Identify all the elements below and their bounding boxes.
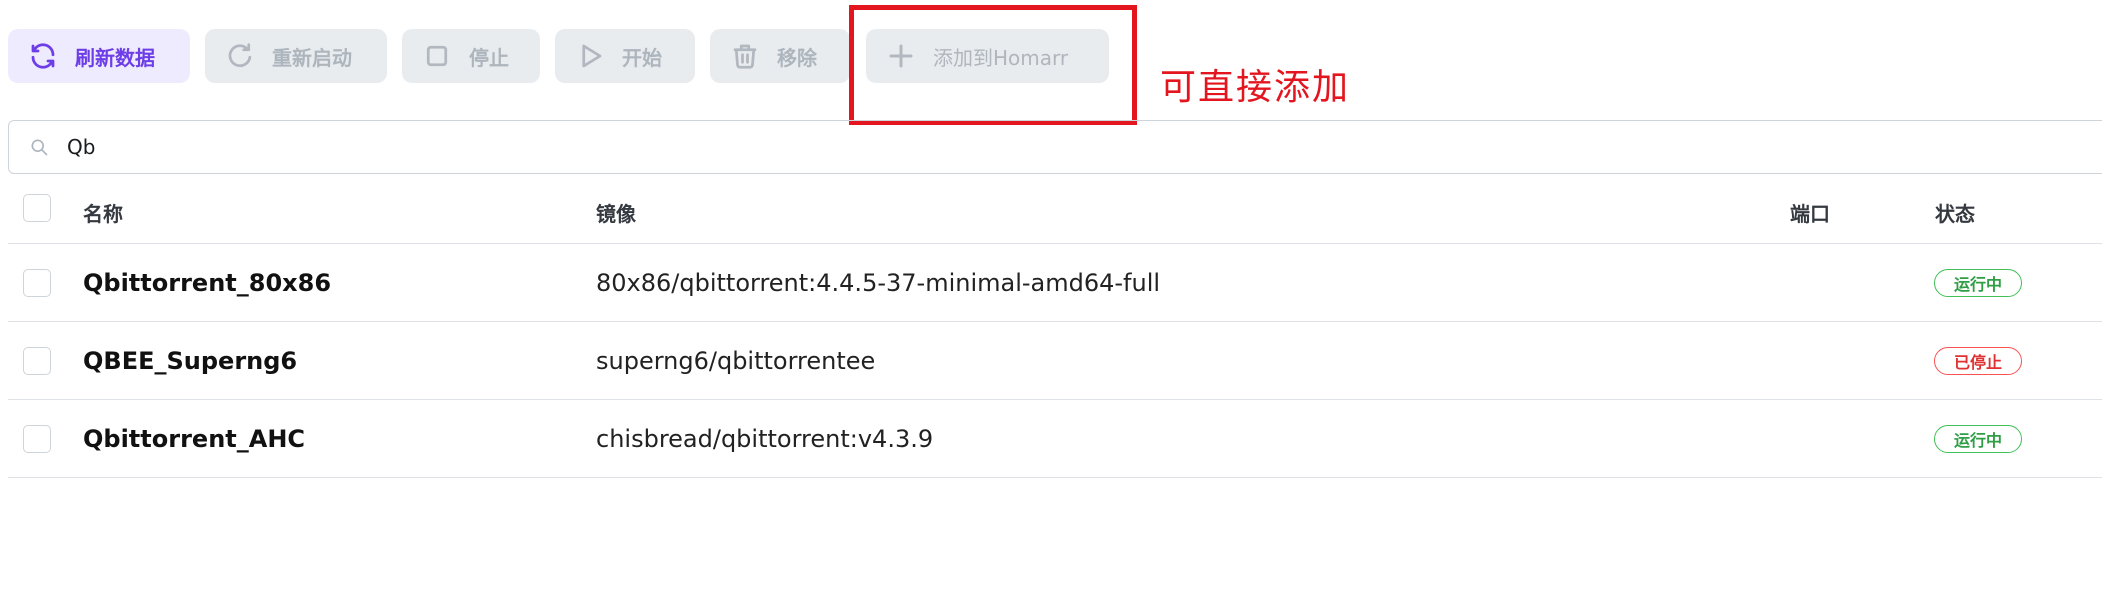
container-name: Qbittorrent_80x86	[83, 269, 332, 297]
refresh-label: 刷新数据	[75, 45, 155, 70]
stop-button[interactable]: 停止	[402, 29, 540, 83]
search-icon	[31, 139, 48, 156]
stop-label: 停止	[469, 45, 509, 70]
remove-label: 移除	[777, 45, 817, 70]
annotation-highlight-box	[849, 5, 1137, 125]
trash-icon	[733, 44, 757, 69]
container-name: Qbittorrent_AHC	[83, 425, 306, 453]
select-all-checkbox[interactable]	[23, 194, 51, 222]
annotation-text: 可直接添加	[1160, 67, 1351, 108]
row-checkbox[interactable]	[23, 269, 51, 297]
remove-button[interactable]: 移除	[710, 29, 850, 83]
container-image: superng6/qbittorrentee	[596, 347, 876, 375]
start-label: 开始	[622, 45, 662, 70]
header-image[interactable]: 镜像	[596, 198, 636, 227]
table-header-row: 名称 镜像 端口 状态	[8, 176, 2102, 244]
restart-button[interactable]: 重新启动	[205, 29, 387, 83]
restart-icon	[228, 43, 252, 68]
status-badge: 已停止	[1934, 347, 2022, 375]
container-name: QBEE_Superng6	[83, 347, 298, 375]
header-port[interactable]: 端口	[1790, 198, 1830, 227]
container-image: chisbread/qbittorrent:v4.3.9	[596, 425, 934, 453]
table-row[interactable]: QBEE_Superng6 superng6/qbittorrentee 已停止	[8, 322, 2102, 400]
row-checkbox[interactable]	[23, 347, 51, 375]
table-row[interactable]: Qbittorrent_AHC chisbread/qbittorrent:v4…	[8, 400, 2102, 478]
container-image: 80x86/qbittorrent:4.4.5-37-minimal-amd64…	[596, 269, 1161, 297]
status-badge: 运行中	[1934, 425, 2022, 453]
refresh-icon	[31, 43, 55, 69]
stop-icon	[426, 45, 448, 67]
search-bar	[8, 120, 2102, 174]
containers-table: 名称 镜像 端口 状态 Qbittorrent_80x86 80x86/qbit…	[8, 176, 2102, 478]
restart-label: 重新启动	[272, 45, 352, 70]
header-status[interactable]: 状态	[1935, 198, 1975, 227]
table-row[interactable]: Qbittorrent_80x86 80x86/qbittorrent:4.4.…	[8, 244, 2102, 322]
search-input[interactable]	[65, 134, 669, 160]
refresh-button[interactable]: 刷新数据	[8, 29, 190, 83]
row-checkbox[interactable]	[23, 425, 51, 453]
header-name[interactable]: 名称	[83, 198, 123, 227]
status-badge: 运行中	[1934, 269, 2022, 297]
play-icon	[582, 44, 602, 68]
start-button[interactable]: 开始	[555, 29, 695, 83]
